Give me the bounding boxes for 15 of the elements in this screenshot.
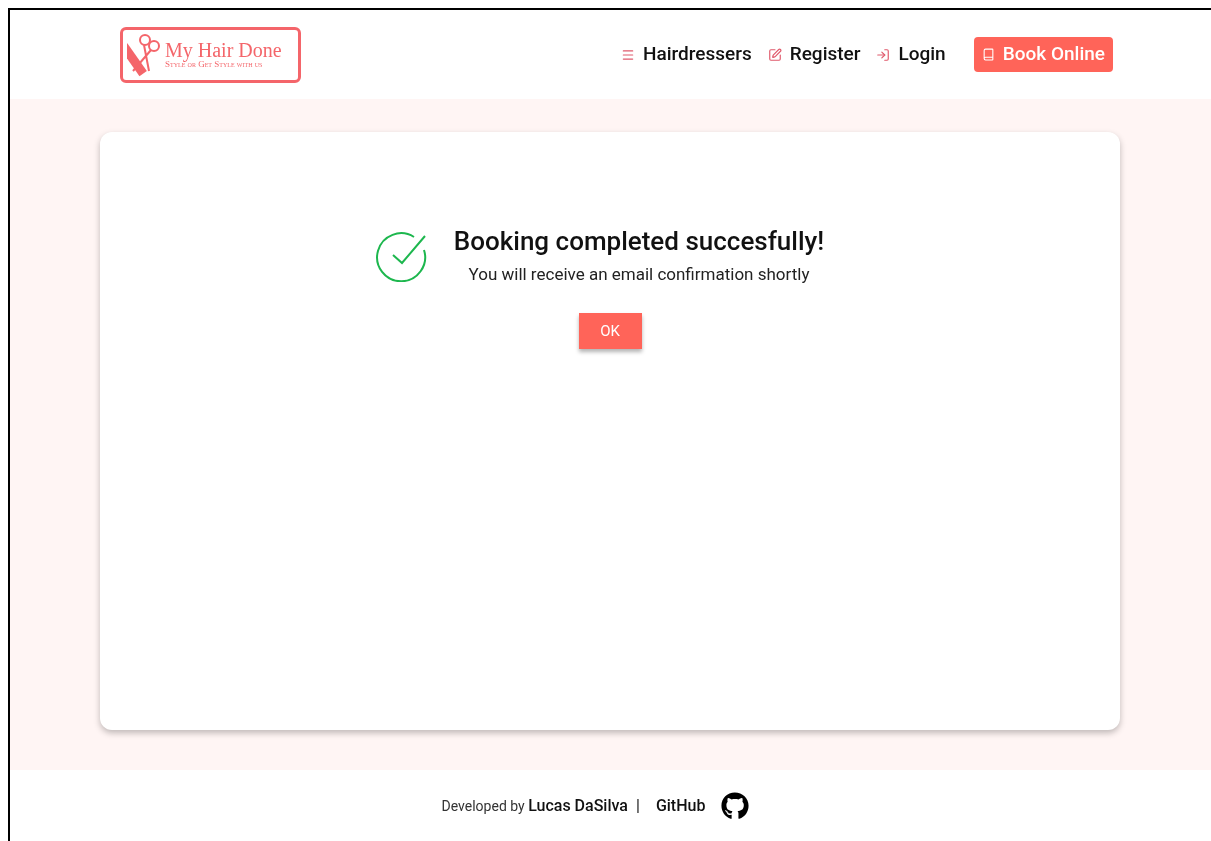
logo-title: My Hair Done — [165, 40, 282, 60]
nav-link[interactable]: Register — [767, 40, 861, 69]
login-icon — [876, 47, 891, 62]
nav-link[interactable]: Hairdressers — [620, 40, 752, 69]
github-icon[interactable] — [721, 791, 750, 820]
github-link[interactable]: GitHub — [655, 793, 706, 818]
confirmation-text: You will receive an email confirmation shortly — [468, 262, 810, 286]
nav-link[interactable]: Login — [876, 40, 946, 69]
menu-icon — [620, 47, 635, 62]
scissors-comb-icon — [127, 32, 161, 77]
success-heading: Booking completed succesfully! — [453, 225, 825, 258]
book-icon — [981, 48, 995, 61]
edit-icon — [767, 47, 782, 62]
footer-separator: | — [636, 794, 640, 817]
developer-credit: Developed by Lucas DaSilva — [441, 794, 628, 817]
